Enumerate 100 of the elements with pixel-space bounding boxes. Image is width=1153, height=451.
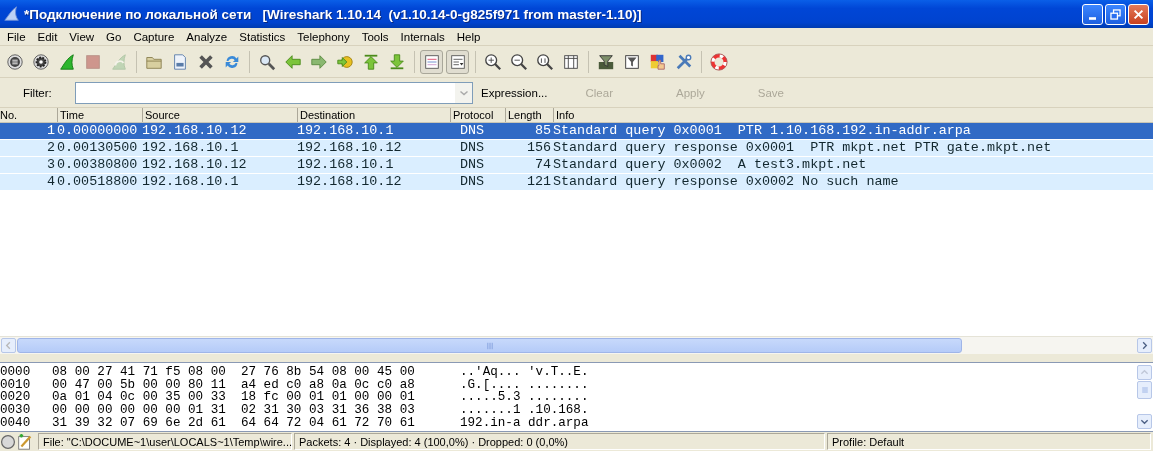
- table-cell-text: 85: [533, 123, 552, 139]
- column-header[interactable]: Protocol: [450, 108, 505, 122]
- table-cell-text: DNS: [459, 140, 486, 156]
- table-cell-text: DNS: [459, 123, 486, 139]
- table-cell-text: 121: [525, 174, 552, 190]
- expression-button[interactable]: Expression...: [477, 86, 552, 99]
- menu-item[interactable]: Analyze: [180, 30, 234, 43]
- minimize-icon: [1089, 17, 1096, 20]
- table-cell-text: Standard query response 0x0001 PTR mkpt.net PTR gate.mkpt.net: [553, 140, 1053, 156]
- packet-row[interactable]: 10.00000000 192.168.10.12 192.168.10.1 DNS 85 Standard query 0x0001 PTR 1.10.168.192.in-addr.arpa: [0, 123, 1153, 140]
- autoscroll-icon: [448, 52, 467, 71]
- edit-note-icon: [16, 432, 34, 451]
- up-arrow-icon: [361, 52, 380, 71]
- menu-item[interactable]: Internals: [394, 30, 451, 43]
- shark-fin-icon: [3, 5, 21, 23]
- menu-item[interactable]: Telephony: [291, 30, 356, 43]
- hex-bytes: 31 39 32 07 69 6e 2d 61 64 64 72 04 61 72 70 61: [52, 416, 416, 430]
- stop-icon: [83, 52, 102, 71]
- palette-icon: [648, 52, 667, 71]
- colored-lines-button[interactable]: [420, 49, 443, 74]
- file-path-text: File: "C:\DOCUME~1\user\LOCALS~1\Temp\wire...: [38, 433, 292, 450]
- table-cell-text: 192.168.10.1: [142, 140, 240, 156]
- lifebuoy-icon: [709, 52, 728, 71]
- table-cell-text: Standard query 0x0001 PTR 1.10.168.192.in-addr.arpa: [553, 123, 972, 139]
- funnel-icon: [596, 52, 615, 71]
- gear-icon: [31, 52, 50, 71]
- restart-icon: [109, 52, 128, 71]
- hex-bytes: 08 00 27 41 71 f5 08 00 27 76 8b 54 08 00 45 00: [52, 366, 416, 379]
- close-icon: [1132, 7, 1145, 21]
- menu-item[interactable]: Capture: [127, 30, 181, 43]
- table-cell-text: 3: [45, 157, 56, 173]
- table-cell-text: DNS: [459, 174, 486, 190]
- status-circle-icon: [0, 433, 16, 450]
- ascii-text: .....5.3 ........: [460, 391, 589, 405]
- left-arrow-icon: [283, 52, 302, 71]
- grip-icon: [1140, 386, 1149, 394]
- window-title: *Подключение по локальной сети [Wireshark 1.10.14 (v1.10.14-0-g825f971 from master-1.10)]: [24, 6, 643, 22]
- packet-row[interactable]: 2 0.00130500 192.168.10.1 192.168.10.12 DNS 156 Standard query response 0x0001 PTR mkpt.net PTR gate.mkpt.net: [0, 140, 1153, 157]
- filter-field[interactable]: [75, 81, 473, 104]
- table-cell-text: 192.168.10.12: [297, 174, 403, 190]
- column-header[interactable]: Info: [553, 108, 1153, 122]
- hex-offset: 0040: [0, 416, 32, 430]
- zoom-in-icon: [483, 52, 502, 71]
- table-cell-text: Standard query 0x0002 A test3.mkpt.net: [553, 157, 868, 173]
- column-header[interactable]: Destination: [297, 108, 450, 122]
- ascii-text: ..'Aq... 'v.T..E.: [460, 366, 589, 379]
- close-button[interactable]: [1128, 3, 1149, 25]
- shark-fin-icon: [57, 52, 76, 71]
- menu-item[interactable]: Statistics: [233, 30, 292, 43]
- hex-bytes: 00 47 00 5b 00 00 80 11 a4 ed c0 a8 0a 0c c0 a8: [52, 378, 416, 392]
- tools-icon: [674, 52, 693, 71]
- packet-row[interactable]: 40.00518800 192.168.10.1 192.168.10.12 DNS 121 Standard query response 0x0002 No such name: [0, 174, 1153, 191]
- column-header[interactable]: Source: [142, 108, 297, 122]
- menu-item[interactable]: Tools: [355, 30, 395, 43]
- table-cell-text: 0.00380800: [57, 157, 139, 173]
- menu-item[interactable]: View: [63, 30, 101, 43]
- table-cell-text: 192.168.10.12: [142, 157, 248, 173]
- search-icon: [257, 52, 276, 71]
- colored-lines-icon: [422, 52, 441, 71]
- zoom-out-icon: [509, 52, 528, 71]
- table-cell-text: 4: [45, 174, 56, 190]
- menu-item[interactable]: Go: [100, 30, 128, 43]
- table-cell-text: 2: [45, 140, 56, 156]
- hex-offset: 0010: [0, 378, 32, 392]
- column-header[interactable]: Length: [505, 108, 553, 122]
- table-cell-text: 0.00130500: [57, 140, 139, 156]
- table-cell-text: 192.168.10.1: [142, 174, 240, 190]
- column-header[interactable]: No.: [0, 108, 57, 122]
- table-cell-text: 192.168.10.1: [297, 157, 395, 173]
- profile-text: Profile: Default: [827, 433, 1151, 450]
- menu-item[interactable]: File: [1, 30, 32, 43]
- hex-bytes: 0a 01 04 0c 00 35 00 33 18 fc 00 01 01 00 00 01: [52, 391, 416, 405]
- restore-icon: [1109, 7, 1122, 21]
- pane-splitter[interactable]: [0, 354, 1153, 363]
- ascii-text: .......1 .10.168.: [460, 404, 589, 417]
- grip-icon: [484, 341, 495, 350]
- hex-offset: 0000: [0, 366, 32, 379]
- table-cell-text: Standard query response 0x0002 No such name: [553, 174, 900, 190]
- down-arrow-icon: [387, 52, 406, 71]
- hex-offset: 0030: [0, 404, 32, 417]
- packet-row[interactable]: 3 0.00380800 192.168.10.12 192.168.10.1 DNS 74 Standard query 0x0002 A test3.mkpt.net: [0, 157, 1153, 174]
- table-cell-text: 192.168.10.12: [297, 140, 403, 156]
- interface-list-icon: [5, 52, 24, 71]
- minimize-button[interactable]: [1082, 3, 1103, 25]
- table-cell-text: 1: [45, 123, 56, 139]
- right-arrow-icon: [309, 52, 328, 71]
- vertical-scrollbar[interactable]: [1136, 363, 1153, 431]
- hex-bytes: 00 00 00 00 00 00 01 31 02 31 30 03 31 36 38 03: [52, 404, 416, 417]
- filter-label: Filter:: [23, 86, 53, 99]
- columns-icon: [561, 52, 580, 71]
- table-cell-text: 192.168.10.1: [297, 123, 395, 139]
- restore-button[interactable]: [1105, 3, 1126, 25]
- table-cell-text: 0.00518800: [57, 174, 139, 190]
- table-cell-text: 0.00000000: [57, 123, 139, 139]
- menu-item[interactable]: Help: [450, 30, 487, 43]
- hex-offset: 0020: [0, 391, 32, 405]
- menu-item[interactable]: Edit: [31, 30, 64, 43]
- autoscroll-button[interactable]: [446, 49, 469, 74]
- column-header[interactable]: Time: [57, 108, 142, 122]
- horizontal-scrollbar[interactable]: [0, 336, 1153, 354]
